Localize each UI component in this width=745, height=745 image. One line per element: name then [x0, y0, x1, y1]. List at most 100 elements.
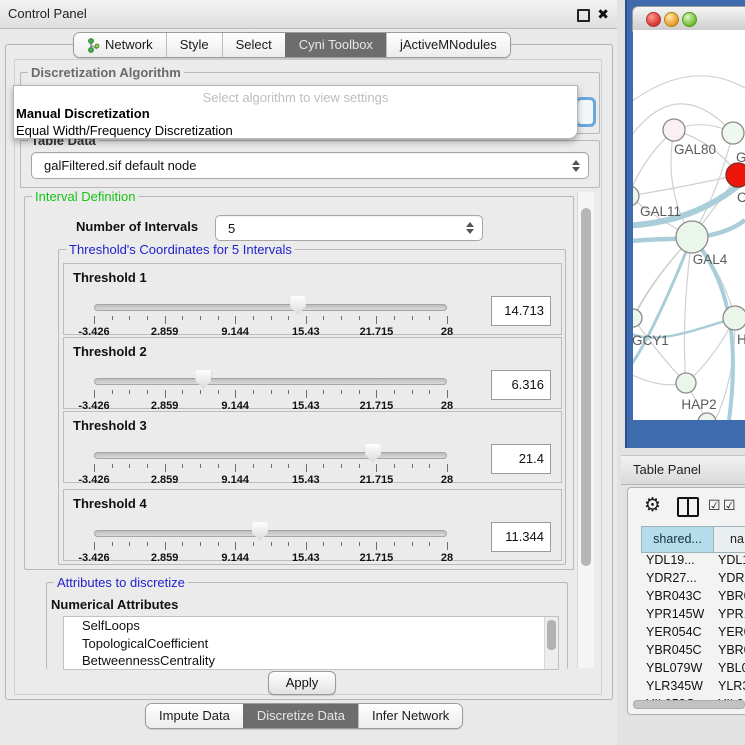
- list-item[interactable]: BetweennessCentrality: [64, 652, 558, 670]
- slider-ticks: [94, 542, 447, 551]
- close-icon[interactable]: ✖: [597, 5, 609, 23]
- algorithm-option-manual[interactable]: Manual Discretization: [14, 105, 577, 122]
- table-row[interactable]: YDR27...YDR2: [641, 571, 745, 589]
- table-horizontal-scrollbar[interactable]: [633, 700, 745, 709]
- network-window-titlebar[interactable]: [632, 6, 745, 32]
- combobox-arrows-icon: [568, 160, 584, 172]
- number-of-intervals-value: 5: [216, 221, 462, 236]
- slider-handle[interactable]: [195, 370, 211, 389]
- node-label-hap2: HAP2: [681, 397, 716, 412]
- network-canvas[interactable]: GAL80 GAL11 GAL4 GCY1 HAP2 GA C H: [633, 30, 745, 420]
- slider-ticks: [94, 390, 447, 399]
- node-h[interactable]: [723, 306, 745, 330]
- control-panel-titlebar: Control Panel ✖: [0, 0, 617, 29]
- list-item[interactable]: SelfLoops: [64, 617, 558, 635]
- threshold-3-slider[interactable]: -3.4262.8599.14415.4321.71528: [94, 440, 447, 480]
- thresholds-group-title: Threshold's Coordinates for 5 Intervals: [66, 242, 295, 257]
- interval-definition-group: Interval Definition Number of Intervals …: [24, 196, 574, 570]
- cell-shared-name: YBR043C: [641, 589, 718, 607]
- node-bottom[interactable]: [698, 413, 716, 420]
- tab-select[interactable]: Select: [222, 33, 285, 57]
- threshold-4-slider[interactable]: -3.4262.8599.14415.4321.71528: [94, 518, 447, 558]
- scrollbar-thumb[interactable]: [547, 620, 556, 650]
- slider-track[interactable]: [94, 304, 447, 311]
- threshold-2-slider[interactable]: -3.4262.8599.14415.4321.71528: [94, 366, 447, 406]
- algorithm-combobox[interactable]: [575, 97, 596, 127]
- column-header-shared-name[interactable]: shared...: [642, 527, 714, 552]
- checkbox-icon[interactable]: ☑: [708, 497, 721, 514]
- tab-network[interactable]: Network: [74, 33, 166, 57]
- node-label-c-cut: C: [737, 190, 745, 205]
- node-gcy1[interactable]: [633, 309, 642, 327]
- table-row[interactable]: YLR345WYLR3: [641, 679, 745, 697]
- network-graph: GAL80 GAL11 GAL4 GCY1 HAP2 GA C H: [633, 30, 745, 420]
- node-label-h-cut: H: [737, 332, 745, 347]
- control-panel-vertical-scrollbar[interactable]: [577, 192, 594, 668]
- threshold-1-slider[interactable]: -3.4262.8599.14415.4321.71528: [94, 292, 447, 332]
- table-row[interactable]: YER054CYER0: [641, 625, 745, 643]
- threshold-1-label: Threshold 1: [73, 270, 147, 285]
- tab-impute-data-label: Impute Data: [159, 704, 230, 728]
- threshold-3-value-field[interactable]: 21.4: [491, 444, 551, 474]
- threshold-2-value-field[interactable]: 6.316: [491, 370, 551, 400]
- zoom-traffic-light-icon[interactable]: [682, 12, 697, 27]
- list-scrollbar[interactable]: [544, 617, 558, 669]
- tab-impute-data[interactable]: Impute Data: [146, 704, 243, 728]
- apply-button[interactable]: Apply: [268, 671, 336, 695]
- tab-jactivemnodules[interactable]: jActiveMNodules: [386, 33, 510, 57]
- node-label-ga-cut: GA: [736, 150, 745, 165]
- table-row[interactable]: YBL079WYBL0: [641, 661, 745, 679]
- number-of-intervals-combobox[interactable]: 5: [215, 215, 483, 241]
- threshold-1-value-field[interactable]: 14.713: [491, 296, 551, 326]
- cell-shared-name: YPR145W: [641, 607, 718, 625]
- algorithm-option-equal-width[interactable]: Equal Width/Frequency Discretization: [14, 122, 577, 139]
- table-data-combobox-value: galFiltered.sif default node: [32, 158, 568, 173]
- table-row[interactable]: YDL19...YDL1: [641, 553, 745, 571]
- tab-jactivemnodules-label: jActiveMNodules: [400, 33, 497, 57]
- cell-shared-name: YDR27...: [641, 571, 718, 589]
- minimize-traffic-light-icon[interactable]: [664, 12, 679, 27]
- tab-discretize-data[interactable]: Discretize Data: [243, 704, 358, 728]
- close-traffic-light-icon[interactable]: [646, 12, 661, 27]
- slider-handle[interactable]: [365, 444, 381, 463]
- node-top-right[interactable]: [722, 122, 744, 144]
- cell-name: YPR1: [718, 607, 745, 625]
- table-data-combobox[interactable]: galFiltered.sif default node: [31, 152, 589, 179]
- threshold-3-label: Threshold 3: [73, 418, 147, 433]
- node-red-selected[interactable]: [726, 163, 745, 187]
- node-label-gcy1: GCY1: [633, 333, 669, 348]
- split-columns-icon[interactable]: [677, 497, 699, 517]
- table-row[interactable]: YBR043CYBR0: [641, 589, 745, 607]
- tab-infer-network[interactable]: Infer Network: [358, 704, 462, 728]
- scrollbar-thumb[interactable]: [581, 208, 591, 566]
- node-hap2[interactable]: [676, 373, 696, 393]
- table-row[interactable]: YBR045CYBR0: [641, 643, 745, 661]
- algorithm-dropdown-popup: Select algorithm to view settings Manual…: [13, 85, 578, 139]
- cell-shared-name: YDL19...: [641, 553, 718, 571]
- numerical-attributes-list[interactable]: SelfLoops TopologicalCoefficient Between…: [63, 616, 559, 670]
- cell-name: YBR0: [718, 643, 745, 661]
- node-label-gal80: GAL80: [674, 142, 716, 157]
- table-row[interactable]: YPR145WYPR1: [641, 607, 745, 625]
- node-label-gal11: GAL11: [640, 204, 681, 219]
- tab-cyni-toolbox[interactable]: Cyni Toolbox: [285, 33, 386, 57]
- node-gal4[interactable]: [676, 221, 708, 253]
- slider-track[interactable]: [94, 530, 447, 537]
- combobox-arrows-icon: [462, 222, 478, 234]
- tab-style[interactable]: Style: [166, 33, 222, 57]
- list-item[interactable]: TopologicalCoefficient: [64, 635, 558, 653]
- float-window-icon[interactable]: [577, 9, 590, 22]
- slider-handle[interactable]: [252, 522, 268, 541]
- slider-track[interactable]: [94, 452, 447, 459]
- scrollbar-thumb[interactable]: [633, 700, 745, 709]
- threshold-4-value-field[interactable]: 11.344: [491, 522, 551, 552]
- slider-handle[interactable]: [290, 296, 306, 315]
- numerical-attributes-label: Numerical Attributes: [51, 597, 178, 612]
- gear-icon[interactable]: ⚙: [644, 494, 661, 517]
- tab-network-label: Network: [105, 33, 153, 57]
- bottom-tabbar: Impute Data Discretize Data Infer Networ…: [145, 703, 463, 729]
- checkbox-icon[interactable]: ☑: [723, 497, 736, 514]
- slider-track[interactable]: [94, 378, 447, 385]
- column-header-name[interactable]: na: [714, 527, 745, 552]
- node-gal80[interactable]: [663, 119, 685, 141]
